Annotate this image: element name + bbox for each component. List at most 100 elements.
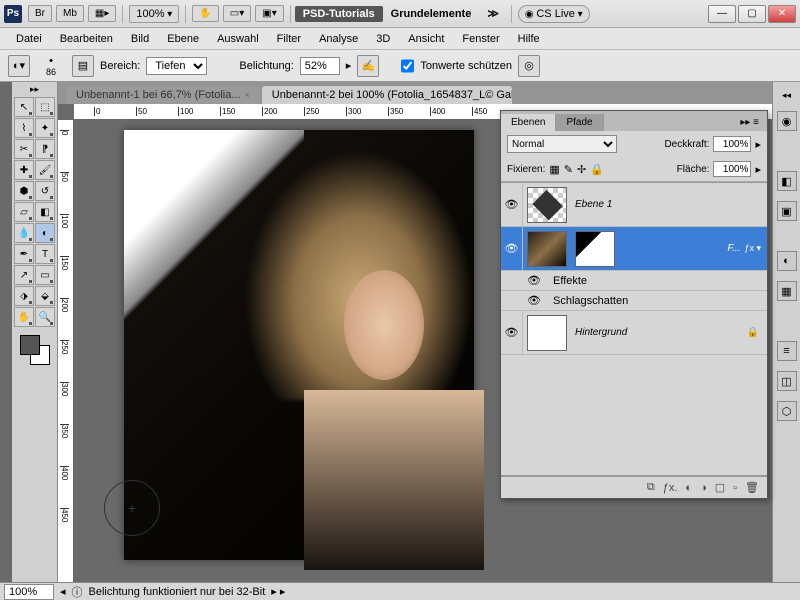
tab-doc2[interactable]: Unbenannt-2 bei 100% (Fotolia_1654837_L©… — [262, 86, 512, 104]
adjustments-panel-icon[interactable]: ◧ — [777, 171, 797, 191]
3d-tool[interactable]: ⬗ — [14, 286, 34, 306]
opacity-arrow-icon[interactable]: ▸ — [755, 138, 761, 151]
pen-tool[interactable]: ✒ — [14, 244, 34, 264]
heal-tool[interactable]: ✚ — [14, 160, 34, 180]
wand-tool[interactable]: ✦ — [35, 118, 55, 138]
crop-tool[interactable]: ✂ — [14, 139, 34, 159]
type-tool[interactable]: T — [35, 244, 55, 264]
brush-panel-icon[interactable]: ▤ — [72, 55, 94, 77]
group-icon[interactable]: ▢ — [715, 481, 725, 494]
maximize-btn[interactable]: ▢ — [738, 5, 766, 23]
pressure-icon[interactable]: ◎ — [518, 55, 540, 77]
hand-icon[interactable]: ✋ — [192, 5, 218, 22]
shape-tool[interactable]: ▭ — [35, 265, 55, 285]
link-icon[interactable]: ⧉ — [647, 481, 655, 494]
lock-position-icon[interactable]: ✢ — [577, 163, 586, 176]
layers-panel-icon[interactable]: ≡ — [777, 341, 797, 361]
zoom-menu[interactable]: 100% ▾ — [129, 5, 179, 23]
layer-thumb[interactable] — [527, 231, 567, 267]
menu-auswahl[interactable]: Auswahl — [209, 31, 267, 47]
visibility-icon[interactable]: 👁 — [527, 274, 547, 287]
blend-mode-select[interactable]: Normal — [507, 135, 617, 153]
layer-name[interactable]: Ebene 1 — [571, 199, 767, 210]
delete-icon[interactable]: 🗑 — [745, 481, 759, 494]
layer-mask-thumb[interactable] — [575, 231, 615, 267]
path-tool[interactable]: ↗ — [14, 265, 34, 285]
opacity-input[interactable] — [713, 136, 751, 152]
color-swatch[interactable] — [20, 335, 50, 365]
blur-tool[interactable]: 💧 — [14, 223, 34, 243]
layer-row[interactable]: 👁 F... ƒx ▾ — [501, 227, 767, 271]
panel-menu-icon[interactable]: ▸▸ ≡ — [732, 114, 767, 131]
paths-panel-icon[interactable]: ⬡ — [777, 401, 797, 421]
zoom-field[interactable]: 100% — [4, 584, 54, 600]
tool-preset-icon[interactable]: ◐▾ — [8, 55, 30, 77]
tab-doc1[interactable]: Unbenannt-1 bei 66,7% (Fotolia...× — [66, 86, 260, 104]
dropshadow-row[interactable]: 👁Schlagschatten — [501, 291, 767, 311]
menu-analyse[interactable]: Analyse — [311, 31, 366, 47]
stamp-tool[interactable]: ⬢ — [14, 181, 34, 201]
eraser-tool[interactable]: ▱ — [14, 202, 34, 222]
tutorials-label[interactable]: PSD-Tutorials — [295, 6, 383, 22]
layer-thumb[interactable] — [527, 315, 567, 351]
lasso-tool[interactable]: ⌇ — [14, 118, 34, 138]
adjustment-icon[interactable]: ◑ — [700, 482, 707, 494]
visibility-icon[interactable]: 👁 — [501, 227, 523, 270]
layers-tab[interactable]: Ebenen — [501, 114, 556, 131]
marquee-tool[interactable]: ⬚ — [35, 97, 55, 117]
dock-collapse-icon[interactable]: ◂◂ — [782, 90, 791, 101]
new-layer-icon[interactable]: ▫ — [733, 482, 737, 494]
minimize-btn[interactable]: — — [708, 5, 736, 23]
dodge-tool[interactable]: ◐ — [35, 223, 55, 243]
3dcam-tool[interactable]: ⬙ — [35, 286, 55, 306]
menu-ebene[interactable]: Ebene — [159, 31, 207, 47]
effects-row[interactable]: 👁Effekte — [501, 271, 767, 291]
clone-panel-icon[interactable]: ▦ — [777, 281, 797, 301]
brushes-panel-icon[interactable]: ◐ — [777, 251, 797, 271]
lock-transparent-icon[interactable]: ▦ — [549, 163, 559, 176]
fx-icon[interactable]: ƒx ▾ — [744, 243, 767, 254]
frames-icon[interactable]: ▦▸ — [88, 5, 116, 22]
menu-hilfe[interactable]: Hilfe — [510, 31, 548, 47]
cslive-btn[interactable]: ◉ CS Live ▾ — [518, 5, 590, 23]
layer-thumb[interactable] — [527, 187, 567, 223]
visibility-icon[interactable]: 👁 — [501, 311, 523, 354]
fill-arrow-icon[interactable]: ▸ — [755, 163, 761, 176]
menu-bild[interactable]: Bild — [123, 31, 157, 47]
info-arrow-icon[interactable]: ▸ ▸ — [271, 585, 285, 598]
gradient-tool[interactable]: ◧ — [35, 202, 55, 222]
paths-tab[interactable]: Pfade — [556, 114, 603, 131]
mask-icon[interactable]: ◐ — [685, 482, 692, 494]
menu-filter[interactable]: Filter — [269, 31, 309, 47]
eyedropper-tool[interactable]: ⁋ — [35, 139, 55, 159]
menu-datei[interactable]: Datei — [8, 31, 50, 47]
layer-row[interactable]: 👁 Hintergrund 🔒 — [501, 311, 767, 355]
layer-row[interactable]: 👁 Ebene 1 — [501, 183, 767, 227]
menu-ansicht[interactable]: Ansicht — [400, 31, 452, 47]
info-arrow-icon[interactable]: ◂ — [60, 585, 66, 598]
bridge-btn[interactable]: Br — [28, 5, 52, 22]
hand-tool[interactable]: ✋ — [14, 307, 34, 327]
more-label[interactable]: ≫ — [479, 5, 507, 22]
layer-name[interactable]: F... — [619, 243, 744, 254]
basics-label[interactable]: Grundelemente — [383, 6, 480, 22]
screen-icon[interactable]: ▣▾ — [255, 5, 283, 22]
layer-name[interactable]: Hintergrund — [571, 327, 747, 338]
range-select[interactable]: Tiefen — [146, 57, 207, 75]
toolbox-collapse-icon[interactable]: ▸▸ — [30, 84, 39, 95]
fx-menu-icon[interactable]: ƒx. — [663, 482, 678, 494]
history-brush-tool[interactable]: ↺ — [35, 181, 55, 201]
protect-checkbox[interactable] — [401, 57, 414, 75]
move-tool[interactable]: ↖ — [14, 97, 34, 117]
masks-panel-icon[interactable]: ▣ — [777, 201, 797, 221]
menu-3d[interactable]: 3D — [368, 31, 398, 47]
airbrush-icon[interactable]: ✍ — [357, 55, 379, 77]
visibility-icon[interactable]: 👁 — [501, 183, 523, 226]
lock-pixels-icon[interactable]: ✎ — [564, 163, 573, 176]
brush-tool[interactable]: 🖌 — [35, 160, 55, 180]
close-btn[interactable]: ✕ — [768, 5, 796, 23]
brush-preview[interactable]: •86 — [36, 55, 66, 77]
fill-input[interactable] — [713, 161, 751, 177]
color-panel-icon[interactable]: ◉ — [777, 111, 797, 131]
zoom-tool[interactable]: 🔍 — [35, 307, 55, 327]
